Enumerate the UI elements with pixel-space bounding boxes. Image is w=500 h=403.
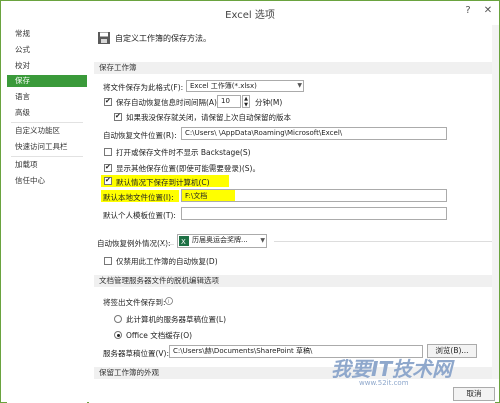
autorecover-label: 保存自动恢复信息时间间隔(A): [116, 98, 217, 107]
format-select[interactable]: Excel 工作簿(*.xlsx) ▼: [186, 80, 304, 92]
sidebar-item-quick-access[interactable]: 快速访问工具栏: [7, 141, 87, 153]
exceptions-line: [274, 241, 492, 242]
save-to-label: 将签出文件保存到:: [103, 298, 166, 307]
default-local-location-label: 默认本地文件位置(I):: [103, 193, 174, 202]
info-icon: i: [165, 297, 173, 305]
format-value: Excel 工作簿(*.xlsx): [190, 82, 257, 90]
sidebar: 常规 公式 校对 保存 语言 高级 自定义功能区 快速访问工具栏 加载项 信任中…: [7, 25, 87, 403]
radio-server-drafts[interactable]: [114, 315, 122, 323]
autorecover-location-label: 自动恢复文件位置(R):: [103, 131, 177, 140]
show-other-locations-label: 显示其他保存位置(即使可能需要登录)(S)。: [116, 164, 260, 173]
autorecover-minutes-input[interactable]: 10: [217, 95, 241, 108]
radio-office-cache[interactable]: [114, 331, 122, 339]
exceptions-workbook-select[interactable]: 历届奥运会奖牌... ▼: [177, 234, 267, 248]
sidebar-item-customize-ribbon[interactable]: 自定义功能区: [7, 125, 87, 137]
personal-templates-input[interactable]: [181, 207, 447, 220]
sidebar-item-general[interactable]: 常规: [7, 28, 87, 40]
content-pane: 自定义工作簿的保存方法。 保存工作簿 将文件保存为此格式(F): Excel 工…: [89, 25, 495, 403]
exceptions-divider: [159, 244, 174, 245]
section-save-workbooks: 保存工作簿: [94, 62, 492, 74]
window-title: Excel 选项: [225, 10, 275, 21]
sidebar-item-addins[interactable]: 加载项: [7, 159, 87, 171]
save-to-computer-label: 默认情况下保存到计算机(C): [116, 178, 210, 187]
disable-autorecover-label: 仅禁用此工作簿的自动恢复(D): [116, 257, 218, 266]
title-bar: Excel 选项 ? ✕: [1, 1, 499, 23]
excel-file-icon: X: [179, 236, 189, 246]
sidebar-divider: [11, 156, 83, 157]
no-backstage-label: 打开或保存文件时不显示 Backstage(S): [116, 148, 251, 157]
page-header: 自定义工作簿的保存方法。: [115, 34, 211, 43]
minutes-spinner[interactable]: ▲ ▼: [242, 95, 250, 108]
radio-server-drafts-label: 此计算机的服务器草稿位置(L): [126, 315, 227, 324]
show-other-locations-checkbox[interactable]: [104, 163, 112, 172]
disable-autorecover-checkbox[interactable]: [104, 257, 112, 265]
cancel-button[interactable]: 取消: [453, 387, 495, 401]
sidebar-item-trust-center[interactable]: 信任中心: [7, 175, 87, 187]
save-to-computer-checkbox[interactable]: [104, 176, 112, 185]
svg-text:i: i: [168, 299, 169, 305]
content-scrollbar[interactable]: [492, 25, 499, 379]
sidebar-item-proofing[interactable]: 校对: [7, 60, 87, 72]
sidebar-divider: [11, 122, 83, 123]
radio-office-cache-label: Office 文档缓存(O): [126, 331, 193, 340]
help-button[interactable]: ?: [461, 5, 475, 16]
autorecover-location-input[interactable]: C:\Users\ \AppData\Roaming\Microsoft\Exc…: [181, 127, 447, 140]
no-backstage-checkbox[interactable]: [104, 148, 112, 156]
watermark-text: 我要IT技术网: [331, 357, 453, 381]
section-offline-editing: 文档管理服务器文件的脱机编辑选项: [94, 275, 492, 287]
autorecover-checkbox[interactable]: [104, 97, 112, 106]
personal-templates-label: 默认个人模板位置(T):: [103, 211, 176, 220]
chevron-down-icon: ▼: [297, 82, 302, 89]
close-button[interactable]: ✕: [481, 5, 495, 16]
sidebar-item-save[interactable]: 保存: [7, 75, 87, 87]
watermark-url: www.52it.com: [359, 379, 409, 387]
options-window: Excel 选项 ? ✕ 常规 公式 校对 保存 语言 高级 自定义功能区 快速…: [0, 0, 500, 403]
svg-text:X: X: [181, 238, 186, 246]
drafts-location-label: 服务器草稿位置(V):: [103, 349, 170, 358]
format-label: 将文件保存为此格式(F):: [103, 83, 184, 92]
sidebar-item-formulas[interactable]: 公式: [7, 44, 87, 56]
chevron-down-icon: ▼: [260, 237, 265, 244]
sidebar-item-language[interactable]: 语言: [7, 91, 87, 103]
sidebar-item-advanced[interactable]: 高级: [7, 107, 87, 119]
default-local-location-value: F:\文档: [185, 192, 208, 200]
keep-last-version-label: 如果我没保存就关闭，请保留上次自动保留的版本: [126, 113, 291, 122]
minutes-label: 分钟(M): [255, 98, 283, 107]
keep-last-version-checkbox[interactable]: [114, 112, 122, 121]
save-icon: [98, 32, 110, 44]
